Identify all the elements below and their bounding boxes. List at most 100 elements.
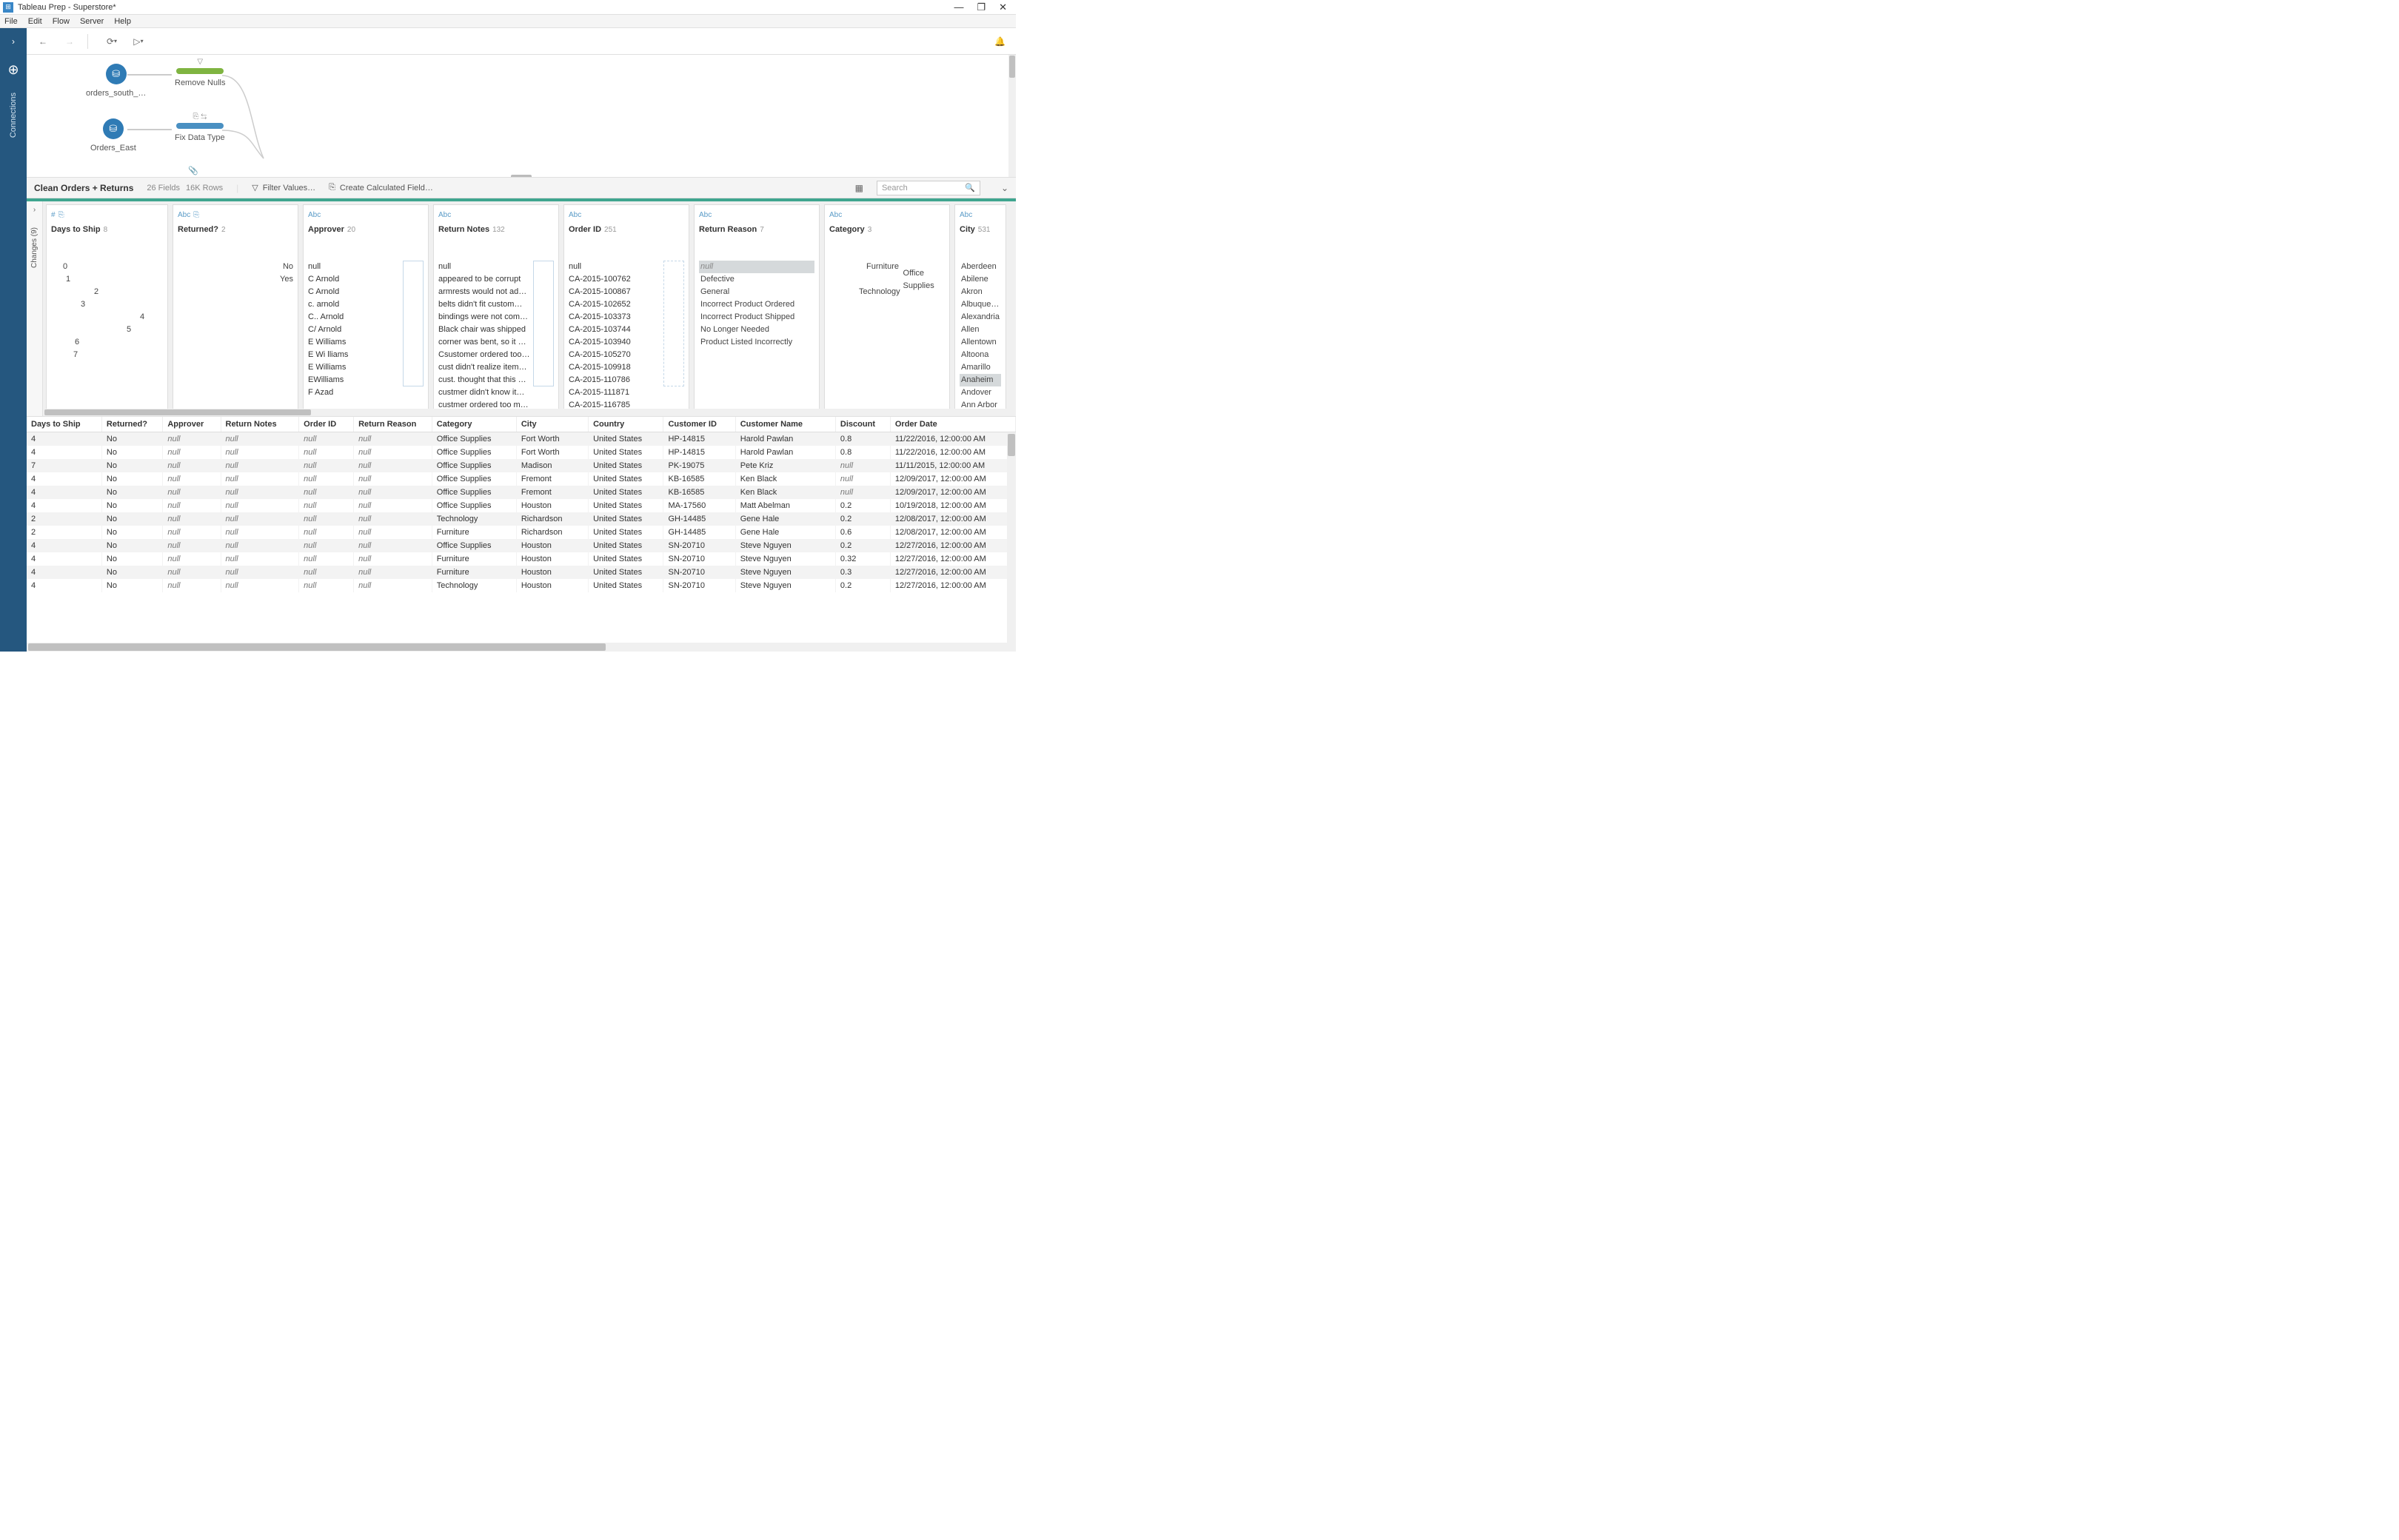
- profile-value[interactable]: null: [699, 261, 814, 273]
- profile-value[interactable]: bindings were not com…: [438, 311, 530, 324]
- profile-value[interactable]: Product Listed Incorrectly: [699, 336, 814, 349]
- profile-value[interactable]: CA-2015-100762: [569, 273, 660, 286]
- node-orders-east[interactable]: ⛁ Orders_East: [90, 118, 136, 153]
- column-header[interactable]: Days to Ship: [27, 417, 101, 432]
- profile-value[interactable]: General: [699, 286, 814, 298]
- histogram-bar[interactable]: 4: [51, 311, 163, 324]
- table-row[interactable]: 2NonullnullnullnullTechnologyRichardsonU…: [27, 512, 1016, 526]
- profile-value[interactable]: Csustomer ordered too…: [438, 349, 530, 361]
- column-header[interactable]: Category: [432, 417, 516, 432]
- horizontal-scrollbar[interactable]: [43, 409, 1016, 416]
- add-connection-button[interactable]: ⊕: [7, 62, 19, 78]
- profile-value[interactable]: Incorrect Product Shipped: [699, 311, 814, 324]
- profile-value[interactable]: armrests would not ad…: [438, 286, 530, 298]
- close-icon[interactable]: ✕: [999, 1, 1007, 13]
- menu-help[interactable]: Help: [114, 17, 131, 26]
- column-header[interactable]: Return Notes: [221, 417, 299, 432]
- profile-card[interactable]: # ⎘Days to Ship801234567: [46, 204, 168, 416]
- profile-value[interactable]: CA-2015-102652: [569, 298, 660, 311]
- table-row[interactable]: 4NonullnullnullnullOffice SuppliesHousto…: [27, 539, 1016, 552]
- histogram-bar[interactable]: 7: [51, 349, 163, 361]
- profile-value[interactable]: E Williams: [308, 361, 400, 374]
- profile-card[interactable]: AbcApprover20nullC ArnoldC Arnoldc. arno…: [303, 204, 429, 416]
- histogram-bar[interactable]: 5: [51, 324, 163, 336]
- profile-value[interactable]: Black chair was shipped: [438, 324, 530, 336]
- histogram-bar[interactable]: 6: [51, 336, 163, 349]
- profile-value[interactable]: Albuquerqu: [960, 298, 1001, 311]
- profile-card[interactable]: AbcReturn Notes132nullappeared to be cor…: [433, 204, 559, 416]
- table-row[interactable]: 4NonullnullnullnullOffice SuppliesFremon…: [27, 486, 1016, 499]
- table-row[interactable]: 7NonullnullnullnullOffice SuppliesMadiso…: [27, 459, 1016, 472]
- run-button[interactable]: ▷▾: [128, 31, 149, 52]
- profile-value[interactable]: CA-2015-103940: [569, 336, 660, 349]
- profile-value[interactable]: Allen: [960, 324, 1001, 336]
- table-row[interactable]: 4NonullnullnullnullOffice SuppliesFort W…: [27, 446, 1016, 459]
- menu-edit[interactable]: Edit: [28, 17, 42, 26]
- profile-value[interactable]: EWilliams: [308, 374, 400, 386]
- profile-value[interactable]: CA-2015-105270: [569, 349, 660, 361]
- profile-value[interactable]: Anaheim: [960, 374, 1001, 386]
- profile-value[interactable]: null: [569, 261, 660, 273]
- column-header[interactable]: Approver: [163, 417, 221, 432]
- table-row[interactable]: 4NonullnullnullnullTechnologyHoustonUnit…: [27, 579, 1016, 592]
- profile-card[interactable]: AbcCity531AberdeenAbileneAkronAlbuquerqu…: [954, 204, 1006, 416]
- profile-value[interactable]: Aberdeen: [960, 261, 1001, 273]
- filter-values-button[interactable]: ▽ Filter Values…: [252, 183, 315, 192]
- menu-flow[interactable]: Flow: [53, 17, 70, 26]
- notifications-icon[interactable]: 🔔: [994, 36, 1016, 47]
- horizontal-scrollbar[interactable]: [27, 643, 1016, 652]
- table-row[interactable]: 4NonullnullnullnullOffice SuppliesHousto…: [27, 499, 1016, 512]
- vertical-scrollbar[interactable]: [1008, 55, 1016, 177]
- profile-value[interactable]: No Longer Needed: [699, 324, 814, 336]
- histogram-bar[interactable]: No: [178, 261, 293, 273]
- profile-value[interactable]: cust. thought that this …: [438, 374, 530, 386]
- profile-value[interactable]: CA-2015-111871: [569, 386, 660, 399]
- profile-value[interactable]: Allentown: [960, 336, 1001, 349]
- profile-value[interactable]: C/ Arnold: [308, 324, 400, 336]
- column-header[interactable]: Order Date: [890, 417, 1015, 432]
- histogram-bar[interactable]: 2: [51, 286, 163, 298]
- histogram-bar[interactable]: Technology: [829, 286, 945, 298]
- table-row[interactable]: 4NonullnullnullnullFurnitureHoustonUnite…: [27, 566, 1016, 579]
- histogram-bar[interactable]: 0: [51, 261, 163, 273]
- data-grid[interactable]: Days to ShipReturned?ApproverReturn Note…: [27, 417, 1016, 643]
- table-row[interactable]: 4NonullnullnullnullOffice SuppliesFremon…: [27, 472, 1016, 486]
- histogram-bar[interactable]: 1: [51, 273, 163, 286]
- flow-canvas[interactable]: ⛁ orders_south_… ▽ Remove Nulls ⛁ Orders…: [27, 55, 1016, 178]
- profile-value[interactable]: appeared to be corrupt: [438, 273, 530, 286]
- histogram-bar[interactable]: Yes: [178, 273, 293, 286]
- column-header[interactable]: City: [516, 417, 588, 432]
- menu-file[interactable]: File: [4, 17, 18, 26]
- profile-value[interactable]: null: [438, 261, 530, 273]
- changes-rail[interactable]: › Changes (9): [27, 201, 43, 416]
- profile-value[interactable]: C Arnold: [308, 273, 400, 286]
- profile-value[interactable]: Alexandria: [960, 311, 1001, 324]
- profile-value[interactable]: Incorrect Product Ordered: [699, 298, 814, 311]
- refresh-button[interactable]: ⟳▾: [101, 31, 122, 52]
- sidebar-toggle[interactable]: ›: [0, 28, 27, 55]
- column-header[interactable]: Country: [589, 417, 663, 432]
- column-header[interactable]: Customer Name: [735, 417, 835, 432]
- vertical-scrollbar[interactable]: [1007, 433, 1016, 643]
- profile-value[interactable]: Andover: [960, 386, 1001, 399]
- column-header[interactable]: Return Reason: [354, 417, 432, 432]
- pane-resize-handle[interactable]: [511, 175, 532, 178]
- profile-value[interactable]: CA-2015-110786: [569, 374, 660, 386]
- search-input[interactable]: Search 🔍: [877, 181, 980, 195]
- profile-value[interactable]: CA-2015-100867: [569, 286, 660, 298]
- profile-value[interactable]: C Arnold: [308, 286, 400, 298]
- node-fix-datatype[interactable]: ⎘ ⇆ Fix Data Type: [175, 113, 225, 142]
- menu-server[interactable]: Server: [80, 17, 104, 26]
- column-header[interactable]: Returned?: [101, 417, 162, 432]
- profile-value[interactable]: belts didn't fit custom…: [438, 298, 530, 311]
- profile-value[interactable]: Defective: [699, 273, 814, 286]
- histogram-bar[interactable]: 3: [51, 298, 163, 311]
- profile-value[interactable]: cust didn't realize item…: [438, 361, 530, 374]
- maximize-icon[interactable]: ❐: [977, 1, 986, 13]
- view-toggle-icon[interactable]: ▦: [855, 183, 863, 193]
- profile-card[interactable]: AbcOrder ID251nullCA-2015-100762CA-2015-…: [563, 204, 689, 416]
- profile-value[interactable]: Akron: [960, 286, 1001, 298]
- profile-card[interactable]: AbcReturn Reason7nullDefectiveGeneralInc…: [694, 204, 820, 416]
- table-row[interactable]: 2NonullnullnullnullFurnitureRichardsonUn…: [27, 526, 1016, 539]
- column-header[interactable]: Customer ID: [663, 417, 735, 432]
